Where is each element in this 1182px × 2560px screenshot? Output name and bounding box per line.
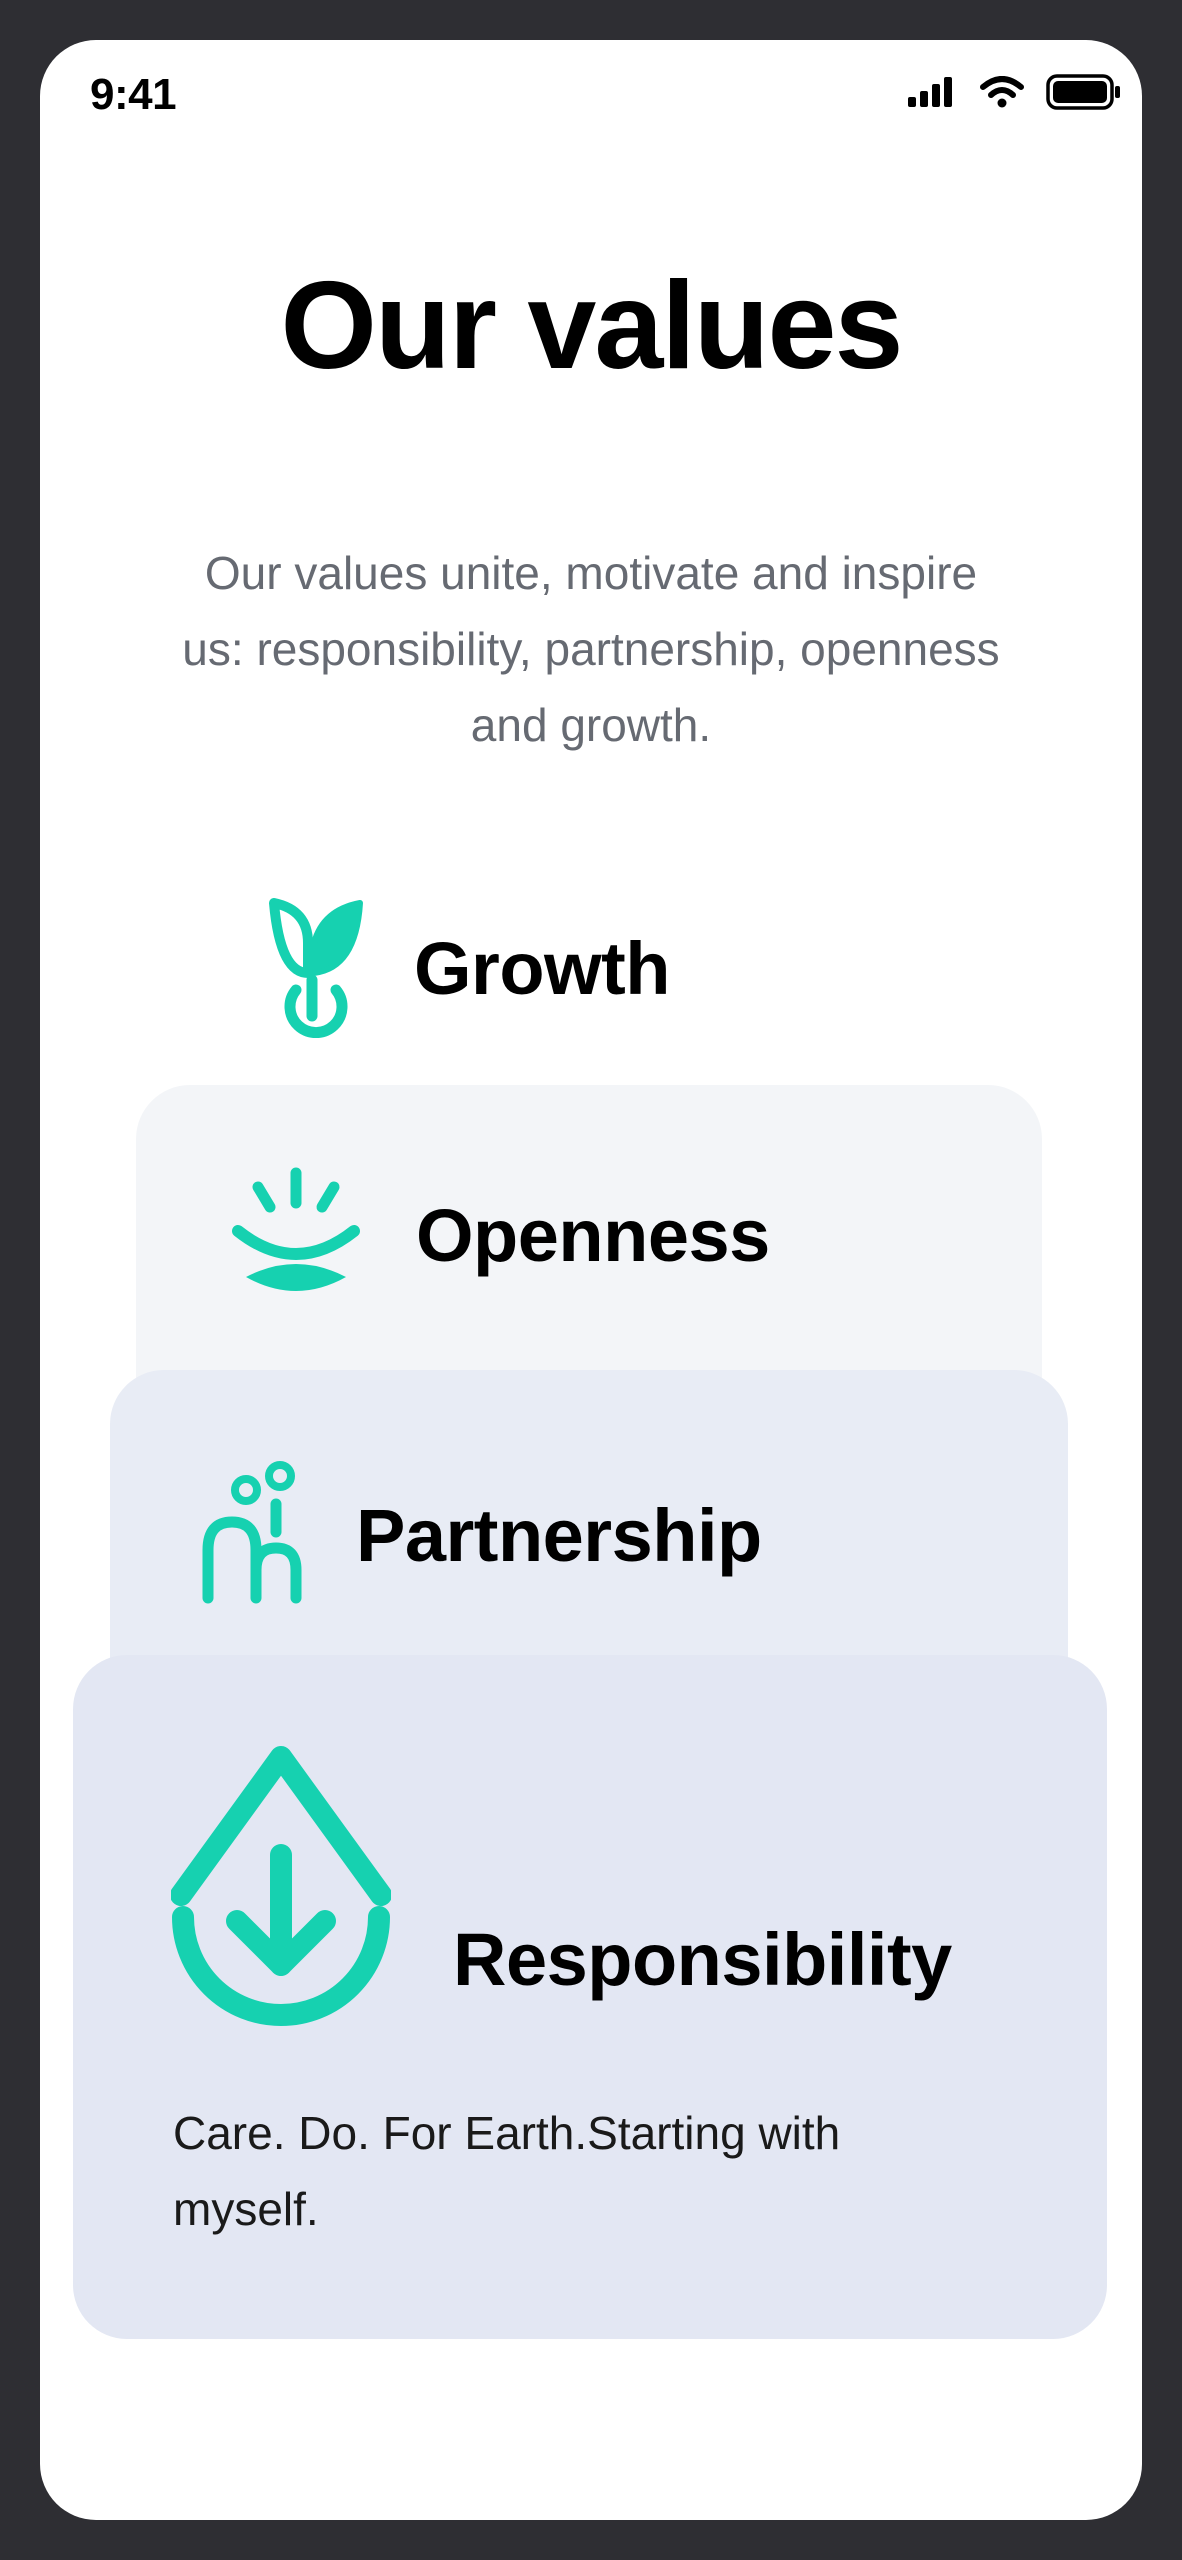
cellular-signal-icon bbox=[908, 77, 952, 107]
drop-arrow-icon bbox=[171, 1746, 391, 2026]
value-partnership: Partnership bbox=[200, 1460, 762, 1610]
status-bar: 9:41 bbox=[40, 40, 1142, 150]
page-subtitle: Our values unite, motivate and inspire u… bbox=[182, 547, 1000, 751]
page-title: Our values bbox=[280, 257, 904, 395]
value-responsibility-description: Care. Do. For Earth.Starting with myself… bbox=[173, 2107, 841, 2235]
value-openness-label: Openness bbox=[416, 1193, 770, 1277]
eye-icon bbox=[232, 1167, 360, 1291]
status-time: 9:41 bbox=[90, 70, 177, 119]
value-responsibility-label: Responsibility bbox=[453, 1918, 952, 2001]
app-screen: 9:41 Our values Our values unite, motiva… bbox=[40, 40, 1142, 2520]
value-openness: Openness bbox=[226, 1165, 770, 1305]
card-responsibility[interactable]: Responsibility Care. Do. For Earth.Start… bbox=[73, 1655, 1107, 2339]
status-icons bbox=[908, 74, 1122, 110]
value-partnership-label: Partnership bbox=[356, 1493, 762, 1577]
battery-icon bbox=[1046, 74, 1120, 110]
people-icon bbox=[202, 1461, 302, 1604]
value-growth-label: Growth bbox=[414, 926, 670, 1010]
wifi-icon bbox=[980, 76, 1024, 108]
value-growth[interactable]: Growth bbox=[268, 898, 670, 1038]
sprout-icon bbox=[269, 898, 363, 1038]
